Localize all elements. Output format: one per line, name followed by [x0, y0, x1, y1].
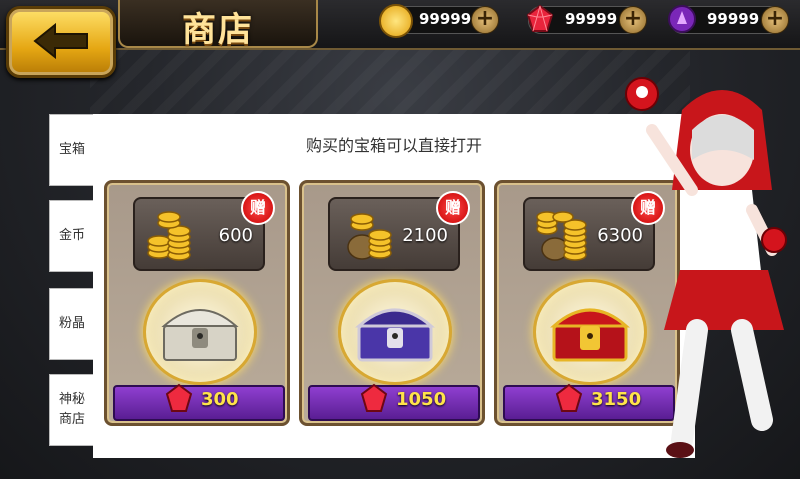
ruby-icon — [526, 4, 554, 32]
ruby-resource: 99999 + — [526, 4, 647, 34]
price-tag[interactable]: 1050 — [308, 379, 480, 421]
purple-chest-icon — [355, 308, 435, 362]
price-ribbon — [113, 385, 285, 421]
add-crystal-button[interactable]: + — [761, 6, 789, 34]
bonus-coin-amount: 600 — [218, 225, 253, 246]
chest-frame — [338, 279, 452, 385]
title-plate: 商店 — [118, 0, 318, 50]
chest-frame — [143, 279, 257, 385]
add-coin-button[interactable]: + — [471, 6, 499, 34]
tab-coins[interactable]: 金币 — [49, 200, 95, 272]
chest-offer-card[interactable]: 2100 赠 1050 — [299, 180, 485, 426]
add-ruby-button[interactable]: + — [619, 6, 647, 34]
tab-label: 金币 — [58, 228, 85, 243]
tab-chests[interactable]: 宝箱 — [49, 114, 95, 186]
arrow-left-icon — [33, 23, 88, 59]
crystal-count: 99999 — [707, 10, 760, 28]
coin-resource: 99999 + — [379, 4, 499, 38]
background-ornament — [90, 40, 690, 120]
tab-label: 粉晶 — [58, 316, 85, 331]
silver-chest-icon — [161, 309, 239, 361]
coin-stack-icon — [347, 213, 392, 260]
chest-offer-card[interactable]: 600 赠 300 — [104, 180, 290, 426]
ruby-icon — [555, 383, 583, 412]
red-hood-character-illustration — [625, 77, 787, 458]
price-tag[interactable]: 300 — [113, 379, 285, 421]
price-ribbon — [308, 385, 480, 421]
panel-subtitle: 购买的宝箱可以直接打开 — [305, 136, 482, 155]
ruby-icon — [360, 383, 388, 412]
gift-badge: 赠 — [436, 191, 470, 225]
tab-mystery-shop[interactable]: 神秘商店 — [49, 374, 95, 446]
back-button[interactable] — [6, 6, 116, 78]
page-title: 商店 — [182, 10, 254, 50]
ruby-icon — [165, 383, 193, 412]
coin-icon — [379, 4, 413, 38]
gift-badge: 赠 — [241, 191, 275, 225]
ruby-count: 99999 — [565, 10, 618, 28]
bonus-coin-amount: 2100 — [402, 225, 448, 246]
coin-stack-icon — [536, 211, 587, 261]
shop-panel: 购买的宝箱可以直接打开 600 赠 300 2100 赠 1050 6300 赠… — [93, 114, 695, 458]
tab-label: 神秘商店 — [58, 392, 85, 427]
price-value: 1050 — [396, 389, 447, 410]
tab-label: 宝箱 — [58, 142, 85, 157]
price-value: 300 — [201, 389, 239, 410]
crystal-icon — [668, 5, 696, 33]
coin-stack-icon — [147, 211, 191, 261]
tab-crystals[interactable]: 粉晶 — [49, 288, 95, 360]
crystal-resource: 99999 + — [668, 5, 789, 34]
coin-count: 99999 — [419, 10, 472, 28]
